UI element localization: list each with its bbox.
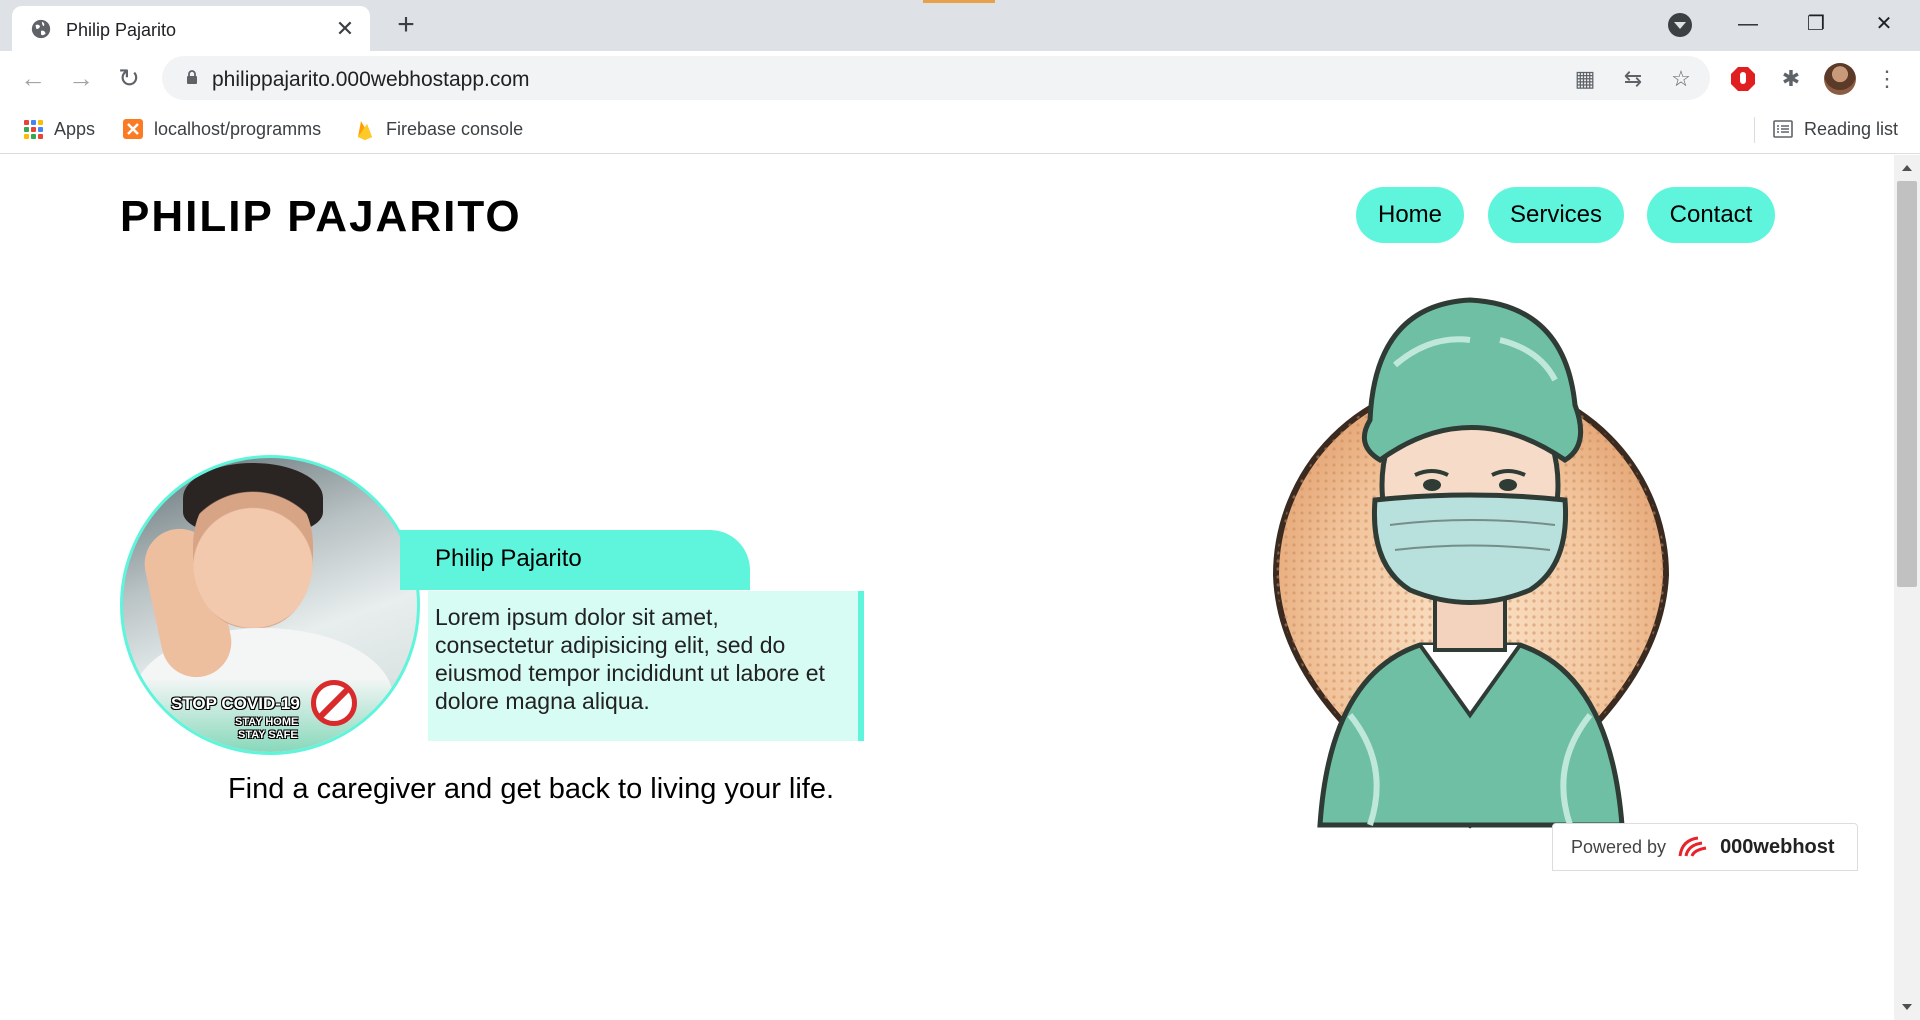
- tab-search-icon[interactable]: [1668, 13, 1692, 37]
- bookmark-label: Apps: [54, 118, 96, 139]
- bookmark-firebase[interactable]: Firebase console: [354, 116, 523, 142]
- xampp-icon: [123, 119, 143, 139]
- adblock-icon[interactable]: [1728, 64, 1758, 94]
- browser-menu-icon[interactable]: ⋮: [1872, 64, 1902, 94]
- covid-badge-title: STOP COVID-19: [171, 694, 300, 713]
- tab-title: Philip Pajarito: [66, 20, 177, 40]
- profile-name: Philip Pajarito: [435, 545, 582, 572]
- profile-description: Lorem ipsum dolor sit amet, consectetur …: [435, 604, 825, 714]
- nurse-illustration: [1272, 297, 1670, 829]
- window-close-button[interactable]: ✕: [1864, 8, 1904, 40]
- bookmarks-bar: Apps localhost/programms Firebase consol…: [0, 105, 1920, 154]
- scroll-down-arrow-icon[interactable]: [1902, 1004, 1912, 1010]
- firebase-icon: [358, 121, 372, 140]
- tagline: Find a caregiver and get back to living …: [227, 773, 835, 805]
- forward-button[interactable]: →: [66, 64, 96, 94]
- address-bar[interactable]: philippajarito.000webhostapp.com ▦ ⇆ ☆: [162, 56, 1710, 100]
- powered-by-label: Powered by: [1571, 836, 1667, 857]
- covid-badge-line2: STAY SAFE: [238, 729, 298, 741]
- covid-badge-line1: STAY HOME: [235, 716, 299, 728]
- profile-photo: STOP COVID-19 STAY HOME STAY SAFE: [120, 455, 420, 755]
- no-virus-icon: [311, 680, 357, 726]
- site-title: PHILIP PAJARITO: [120, 192, 522, 241]
- apps-grid-icon: [22, 118, 44, 140]
- profile-avatar[interactable]: [1824, 63, 1856, 95]
- reading-list-button[interactable]: Reading list: [1772, 116, 1898, 142]
- scroll-thumb[interactable]: [1897, 181, 1917, 587]
- page-viewport: PHILIP PAJARITO Home Services Contact ST…: [0, 155, 1894, 1020]
- new-tab-button[interactable]: +: [390, 10, 422, 42]
- tab-strip: Philip Pajarito ✕ + — ❐ ✕: [0, 0, 1920, 51]
- extensions-puzzle-icon[interactable]: ✱: [1776, 64, 1806, 94]
- bookmark-label: Firebase console: [386, 118, 524, 139]
- globe-icon: [31, 19, 51, 39]
- reload-button[interactable]: ↻: [114, 64, 144, 94]
- bookmark-star-icon[interactable]: ☆: [1668, 66, 1694, 92]
- scroll-up-arrow-icon[interactable]: [1902, 165, 1912, 171]
- bookmark-apps[interactable]: Apps: [22, 116, 95, 142]
- powered-by-brand: 000webhost: [1720, 835, 1835, 858]
- powered-by-badge[interactable]: Powered by 000webhost: [1552, 823, 1858, 871]
- lock-icon: [187, 70, 197, 84]
- nav-home-button[interactable]: Home: [1356, 187, 1464, 243]
- back-button[interactable]: ←: [18, 64, 48, 94]
- nav-contact-button[interactable]: Contact: [1647, 187, 1775, 243]
- bookmark-localhost[interactable]: localhost/programms: [122, 116, 321, 142]
- browser-toolbar: ← → ↻ philippajarito.000webhostapp.com ▦…: [0, 51, 1920, 105]
- reading-list-icon: [1773, 120, 1793, 138]
- tab-close-icon[interactable]: ✕: [332, 16, 358, 42]
- tab-loading-indicator: [923, 0, 995, 3]
- browser-tab[interactable]: Philip Pajarito ✕: [12, 6, 370, 51]
- bookmark-label: localhost/programms: [154, 118, 322, 139]
- qr-code-icon[interactable]: ▦: [1572, 66, 1598, 92]
- translate-icon[interactable]: ⇆: [1620, 66, 1646, 92]
- restore-button[interactable]: ❐: [1796, 8, 1836, 40]
- url-text[interactable]: philippajarito.000webhostapp.com: [212, 68, 530, 92]
- minimize-button[interactable]: —: [1728, 8, 1768, 40]
- 000webhost-logo-icon: [1678, 836, 1707, 857]
- page-scrollbar[interactable]: [1894, 155, 1920, 1020]
- nav-services-button[interactable]: Services: [1488, 187, 1624, 243]
- reading-list-label: Reading list: [1804, 118, 1899, 139]
- bookmarks-divider: [1754, 117, 1755, 143]
